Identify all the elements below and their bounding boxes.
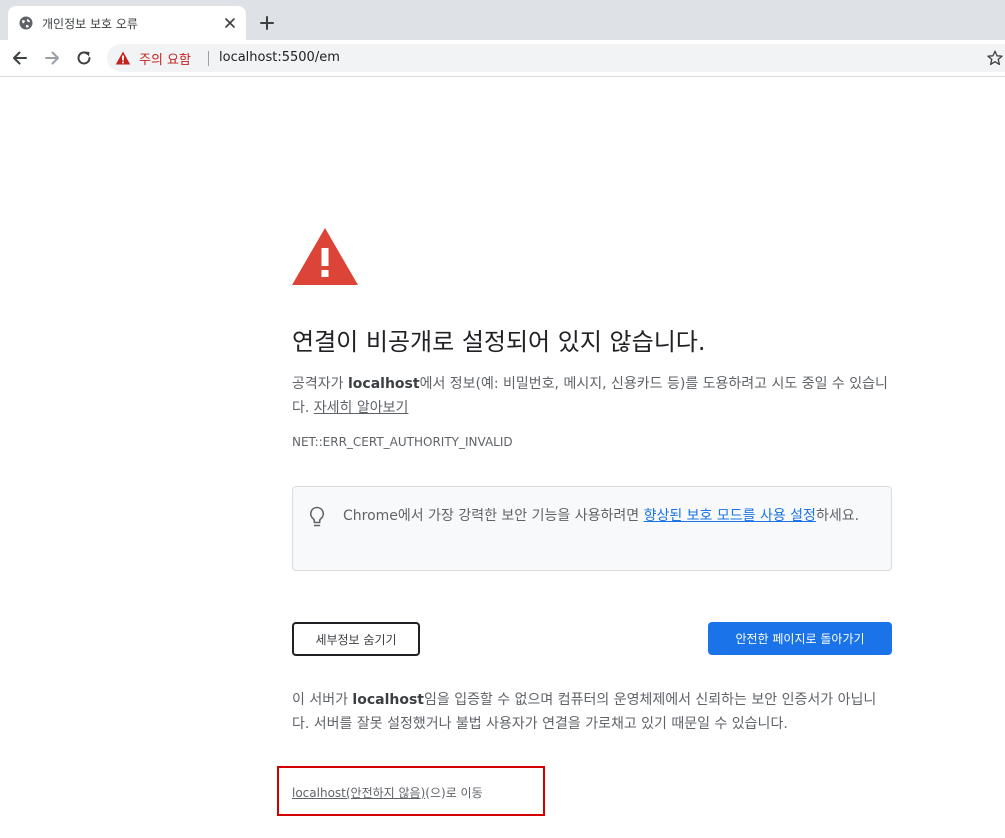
omnibox-separator: [208, 51, 209, 66]
forward-arrow-icon[interactable]: [43, 49, 61, 67]
back-arrow-icon[interactable]: [11, 49, 29, 67]
url-text[interactable]: localhost:5500/em: [219, 50, 340, 65]
enhanced-protection-promo: Chrome에서 가장 강력한 보안 기능을 사용하려면 향상된 보호 모드를 …: [292, 486, 892, 571]
explanation-prefix: 공격자가: [292, 376, 348, 392]
proceed-suffix: (으)로 이동: [425, 786, 483, 800]
globe-icon: [19, 16, 33, 30]
toolbar: 주의 요함 localhost:5500/em: [0, 40, 1005, 77]
browser-tab[interactable]: 개인정보 보호 오류: [8, 6, 246, 40]
details-host: localhost: [352, 692, 424, 708]
reload-icon[interactable]: [75, 49, 93, 67]
error-explanation: 공격자가 localhost에서 정보(예: 비밀번호, 메시지, 신용카드 등…: [292, 372, 892, 420]
address-bar[interactable]: 주의 요함 localhost:5500/em: [107, 44, 1005, 72]
details-explanation: 이 서버가 localhost임을 입증할 수 없으며 컴퓨터의 운영체제에서 …: [292, 688, 892, 736]
tab-strip: 개인정보 보호 오류: [0, 0, 1005, 40]
enhanced-prefix: Chrome에서 가장 강력한 보안 기능을 사용하려면: [343, 508, 644, 524]
enhanced-suffix: 하세요.: [815, 508, 860, 524]
learn-more-link[interactable]: 자세히 알아보기: [314, 400, 409, 416]
enhanced-protection-link[interactable]: 향상된 보호 모드를 사용 설정: [644, 508, 816, 524]
enhanced-protection-text: Chrome에서 가장 강력한 보안 기능을 사용하려면 향상된 보호 모드를 …: [343, 505, 883, 528]
lightbulb-icon: [309, 506, 325, 527]
error-code: NET::ERR_CERT_AUTHORITY_INVALID: [292, 435, 513, 449]
back-to-safety-button[interactable]: 안전한 페이지로 돌아가기: [708, 622, 892, 655]
details-prefix: 이 서버가: [292, 692, 353, 708]
proceed-unsafe-link[interactable]: localhost(안전하지 않음): [292, 786, 425, 800]
new-tab-plus-icon[interactable]: [258, 14, 276, 32]
close-icon[interactable]: [222, 15, 238, 31]
security-status-chip[interactable]: 주의 요함: [139, 49, 191, 68]
page-title: 연결이 비공개로 설정되어 있지 않습니다.: [292, 328, 706, 356]
proceed-line: localhost(안전하지 않음)(으)로 이동: [292, 784, 483, 801]
warning-triangle-icon[interactable]: [115, 50, 131, 66]
star-icon[interactable]: [987, 50, 1003, 66]
tab-title: 개인정보 보호 오류: [42, 17, 138, 31]
hide-details-button[interactable]: 세부정보 숨기기: [292, 622, 420, 656]
warning-triangle-icon: [292, 228, 358, 285]
explanation-host: localhost: [347, 376, 420, 392]
